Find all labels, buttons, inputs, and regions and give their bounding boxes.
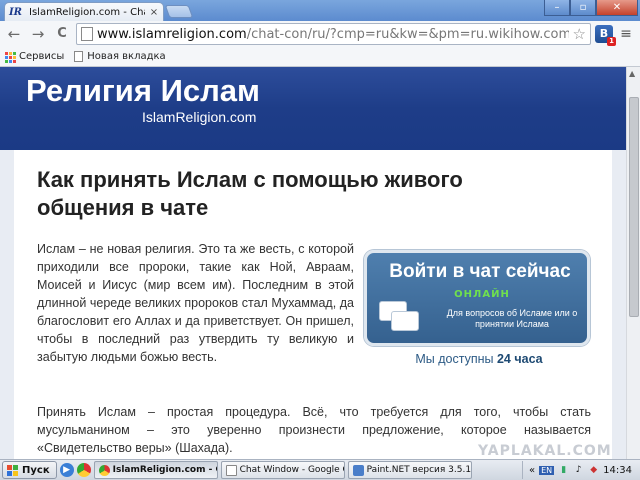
site-subtitle: IslamReligion.com bbox=[142, 109, 257, 125]
task-label: IslamReligion.com - C... bbox=[112, 465, 217, 475]
chat-heading: Войти в чат сейчас bbox=[389, 261, 571, 282]
page-icon bbox=[74, 51, 84, 62]
task-label: Chat Window - Google C... bbox=[239, 465, 344, 475]
extension-icon[interactable]: B1 bbox=[595, 25, 616, 46]
bookmark-label: Новая вкладка bbox=[87, 51, 166, 62]
system-tray: « EN ▮ ♪ ◆ 14:34 bbox=[522, 461, 638, 479]
browser-tab[interactable]: IR IslamReligion.com - Chat Wi × bbox=[4, 2, 164, 21]
url-path: /chat-con/ru/?cmp=ru&kw=&pm=ru.wikihow.c… bbox=[246, 26, 569, 42]
apps-grid-icon bbox=[5, 51, 16, 63]
start-button[interactable]: Пуск bbox=[2, 461, 57, 479]
scroll-up-icon[interactable]: ▲ bbox=[629, 69, 635, 78]
page-icon bbox=[81, 27, 93, 41]
back-button[interactable]: ← bbox=[4, 24, 24, 44]
bookmark-star-icon[interactable]: ☆ bbox=[573, 25, 586, 43]
chat-description: Для вопросов об Исламе или о принятии Ис… bbox=[446, 308, 578, 329]
minimize-button[interactable]: – bbox=[544, 0, 570, 16]
volume-icon[interactable]: ♪ bbox=[573, 465, 584, 476]
shield-icon[interactable]: ◆ bbox=[588, 465, 599, 476]
article-paragraph: Ислам – не новая религия. Это та же вест… bbox=[37, 242, 354, 364]
chrome-menu-icon[interactable]: ≡ bbox=[617, 25, 635, 43]
address-bar[interactable]: www.islamreligion.com/chat-con/ru/?cmp=r… bbox=[76, 23, 591, 45]
clock[interactable]: 14:34 bbox=[603, 465, 632, 476]
watermark: YAPLAKAL.COM bbox=[478, 443, 612, 459]
availability-prefix: Мы доступны bbox=[415, 352, 494, 366]
chat-bubbles-icon bbox=[379, 295, 425, 335]
chrome-icon[interactable] bbox=[76, 463, 91, 477]
network-icon[interactable]: ▮ bbox=[558, 465, 569, 476]
site-header: Религия Ислам IslamReligion.com bbox=[0, 67, 626, 150]
close-window-button[interactable]: ✕ bbox=[596, 0, 638, 16]
chat-availability: Мы доступны 24 часа bbox=[364, 352, 594, 366]
tab-strip: IR IslamReligion.com - Chat Wi × – ▫ ✕ bbox=[0, 0, 640, 21]
windows-logo-icon bbox=[7, 464, 18, 476]
media-player-icon[interactable]: ▶ bbox=[59, 463, 74, 477]
taskbar: Пуск ▶ IslamReligion.com - C... Chat Win… bbox=[0, 459, 640, 480]
url-domain: www.islamreligion.com bbox=[97, 26, 247, 42]
window-icon bbox=[225, 464, 237, 476]
taskbar-task[interactable]: IslamReligion.com - C... bbox=[93, 461, 218, 479]
bookmark-new-tab[interactable]: Новая вкладка bbox=[74, 51, 166, 62]
paint-net-icon bbox=[352, 464, 364, 476]
article-content: Как принять Ислам с помощью живого общен… bbox=[14, 150, 612, 459]
chrome-icon bbox=[98, 464, 110, 476]
taskbar-task[interactable]: Chat Window - Google C... bbox=[220, 461, 345, 479]
bookmark-apps[interactable]: Сервисы bbox=[5, 51, 65, 63]
tab-close-icon[interactable]: × bbox=[149, 7, 159, 18]
extension-badge: 1 bbox=[607, 37, 616, 46]
reload-button[interactable]: C bbox=[52, 24, 72, 44]
language-indicator[interactable]: EN bbox=[539, 465, 555, 475]
browser-toolbar: ← → C www.islamreligion.com/chat-con/ru/… bbox=[0, 21, 640, 47]
availability-hours: 24 часа bbox=[496, 352, 543, 366]
task-label: Paint.NET версия 3.5.11 bbox=[366, 465, 472, 475]
tray-expand-icon[interactable]: « bbox=[529, 465, 535, 476]
chat-now-button[interactable]: Войти в чат сейчас ОНЛАЙН Для вопросов о… bbox=[364, 250, 590, 346]
maximize-button[interactable]: ▫ bbox=[570, 0, 596, 16]
bookmarks-bar: Сервисы Новая вкладка bbox=[0, 47, 640, 67]
window-controls: – ▫ ✕ bbox=[544, 0, 638, 16]
page-viewport: Религия Ислам IslamReligion.com Как прин… bbox=[0, 67, 626, 459]
vertical-scrollbar[interactable]: ▲ bbox=[626, 67, 640, 459]
url-text[interactable]: www.islamreligion.com/chat-con/ru/?cmp=r… bbox=[97, 27, 569, 42]
bookmark-label: Сервисы bbox=[19, 51, 65, 62]
taskbar-task[interactable]: Paint.NET версия 3.5.11 bbox=[347, 461, 472, 479]
new-tab-button[interactable] bbox=[164, 5, 194, 18]
start-label: Пуск bbox=[22, 464, 50, 476]
scrollbar-thumb[interactable] bbox=[629, 97, 639, 317]
forward-button[interactable]: → bbox=[28, 24, 48, 44]
article-title: Как принять Ислам с помощью живого общен… bbox=[37, 167, 463, 220]
site-title[interactable]: Религия Ислам bbox=[26, 73, 260, 109]
tab-title: IslamReligion.com - Chat Wi bbox=[29, 6, 145, 18]
islamreligion-favicon-icon: IR bbox=[9, 6, 22, 18]
